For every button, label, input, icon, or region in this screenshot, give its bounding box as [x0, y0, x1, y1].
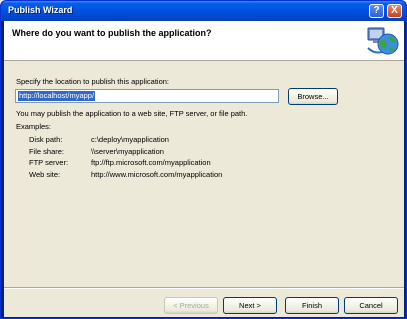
example-value: ftp://ftp.microsoft.com/myapplication: [91, 158, 211, 167]
close-button[interactable]: X: [387, 4, 402, 18]
example-key: Web site:: [29, 170, 61, 179]
example-row-disk: Disk path: c:\deploy\myapplication: [29, 135, 349, 145]
footer-divider: [4, 287, 404, 289]
browse-button[interactable]: Browse...: [288, 88, 338, 105]
help-button[interactable]: ?: [369, 4, 384, 18]
title-bar[interactable]: Publish Wizard ? X: [1, 1, 406, 21]
description-text: You may publish the application to a web…: [16, 109, 248, 118]
example-row-ftp: FTP server: ftp://ftp.microsoft.com/myap…: [29, 158, 349, 168]
location-input-value: http://localhost/myapp/: [18, 91, 96, 101]
example-value: c:\deploy\myapplication: [91, 135, 169, 144]
location-input[interactable]: http://localhost/myapp/: [15, 89, 279, 103]
example-row-share: File share: \\server\myapplication: [29, 147, 349, 157]
cancel-button[interactable]: Cancel: [344, 297, 398, 314]
globe-computer-icon: [367, 27, 399, 55]
example-key: Disk path:: [29, 135, 63, 144]
example-key: FTP server:: [29, 158, 69, 167]
finish-button[interactable]: Finish: [285, 297, 339, 314]
example-value: http://www.microsoft.com/myapplication: [91, 170, 223, 179]
wizard-body: Where do you want to publish the applica…: [4, 21, 404, 317]
location-label: Specify the location to publish this app…: [16, 77, 170, 86]
window-title: Publish Wizard: [8, 5, 73, 15]
publish-wizard-window: Publish Wizard ? X Where do you want to …: [0, 0, 407, 319]
examples-label: Examples:: [16, 122, 52, 131]
wizard-header: Where do you want to publish the applica…: [4, 21, 404, 61]
example-row-web: Web site: http://www.microsoft.com/myapp…: [29, 170, 349, 180]
example-key: File share:: [29, 147, 65, 156]
next-button[interactable]: Next >: [223, 297, 277, 314]
previous-button[interactable]: < Previous: [164, 297, 218, 314]
page-title: Where do you want to publish the applica…: [12, 28, 212, 38]
example-value: \\server\myapplication: [91, 147, 164, 156]
